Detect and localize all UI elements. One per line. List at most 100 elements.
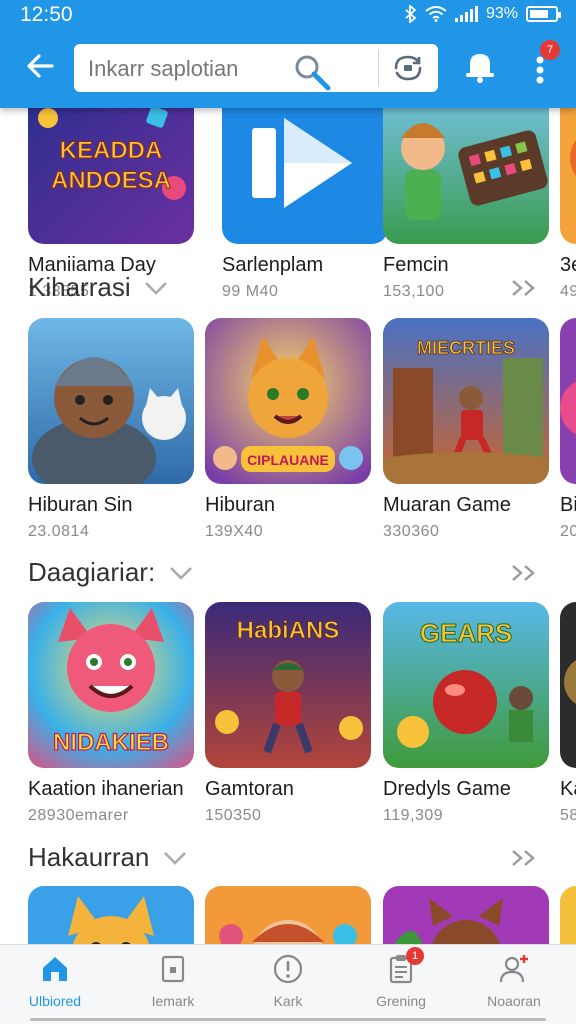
app-thumbnail[interactable] <box>383 108 549 244</box>
app-thumbnail[interactable] <box>28 886 194 944</box>
status-icons: 93% <box>405 5 561 23</box>
add-user-icon <box>499 955 528 983</box>
search-input[interactable]: Inkarr saplotian <box>88 56 238 82</box>
section-header[interactable]: Hakaurran <box>28 842 548 876</box>
app-thumbnail[interactable]: MIECRTIES <box>383 318 549 484</box>
svg-text:NIDAKIEB: NIDAKIEB <box>53 729 169 756</box>
wifi-icon <box>425 6 447 22</box>
notification-badge: 7 <box>540 40 560 60</box>
section-header[interactable]: Kiharrasi <box>28 272 548 306</box>
app-thumbnail[interactable]: CIPLAUANE <box>205 318 371 484</box>
tab-grening[interactable]: 1 Grening <box>346 947 456 1009</box>
tab-label: Grening <box>376 993 426 1009</box>
app-name: 3e <box>560 254 576 276</box>
app-name: Hiburan <box>205 494 276 516</box>
app-card[interactable]: GEARS Dredyls Game 119,309 <box>383 602 551 825</box>
app-name: Hiburan Sin <box>28 494 133 516</box>
battery-icon <box>526 6 561 22</box>
card-icon <box>161 955 185 983</box>
app-thumbnail[interactable] <box>560 886 576 944</box>
tab-noaoran[interactable]: Noaoran <box>459 953 569 1009</box>
svg-text:KEADDA: KEADDA <box>60 137 163 164</box>
tab-kark[interactable]: Kark <box>233 953 343 1009</box>
chevron-down-icon[interactable] <box>143 279 169 297</box>
app-card[interactable]: Hiburan Sin 23.0814 <box>28 318 196 541</box>
app-header: 12:50 93% Inkarr saplotian 7 <box>0 0 576 108</box>
svg-text:GEARS: GEARS <box>420 618 512 648</box>
app-name: Gamtoran <box>205 778 294 800</box>
app-card[interactable]: 3e 49 <box>560 108 576 301</box>
bluetooth-icon <box>405 5 417 23</box>
scan-icon[interactable] <box>392 54 424 82</box>
svg-text:MIECRTIES: MIECRTIES <box>417 338 515 358</box>
chevron-down-icon[interactable] <box>162 849 188 867</box>
svg-text:ANDOESA: ANDOESA <box>51 167 171 194</box>
app-meta: 58 <box>560 807 576 824</box>
app-thumbnail[interactable] <box>560 318 576 484</box>
main-content[interactable]: KEADDA ANDOESA Maniiama Day 1 33855 Sarl… <box>0 108 576 944</box>
battery-percent: 93% <box>485 5 518 22</box>
app-thumbnail[interactable] <box>28 318 194 484</box>
section-header[interactable]: Daagiariar: <box>28 557 548 591</box>
app-name: Kaation ihanerian <box>28 778 184 800</box>
app-meta: 330360 <box>383 523 440 540</box>
app-thumbnail[interactable] <box>383 886 549 944</box>
search-divider <box>378 50 379 86</box>
tab-label: Ulbiored <box>28 993 82 1009</box>
search-bar[interactable]: Inkarr saplotian <box>74 44 438 92</box>
section-title: Kiharrasi <box>28 272 131 302</box>
tab-badge: 1 <box>406 947 424 965</box>
app-card[interactable]: HabiANS Gamtoran 150350 <box>205 602 373 825</box>
tab-home[interactable]: Ulbiored <box>0 953 110 1009</box>
app-thumbnail[interactable] <box>222 108 388 244</box>
app-meta: 49 <box>560 283 576 300</box>
status-time: 12:50 <box>20 3 73 26</box>
section-title: Daagiariar: <box>28 557 156 587</box>
app-card[interactable] <box>205 886 373 944</box>
bell-icon[interactable] <box>462 48 498 84</box>
app-card[interactable] <box>383 886 551 944</box>
app-card[interactable]: NIDAKIEB Kaation ihanerian 28930emarer <box>28 602 196 825</box>
tab-remark[interactable]: Iemark <box>118 953 228 1009</box>
app-name: Ka <box>560 778 576 800</box>
app-name: Dredyls Game <box>383 778 511 800</box>
app-meta: 23.0814 <box>28 523 90 540</box>
app-meta: 119,309 <box>383 807 444 824</box>
status-bar: 12:50 93% <box>0 0 576 32</box>
home-icon <box>43 957 67 981</box>
double-chevron-right-icon[interactable] <box>510 278 538 298</box>
app-meta: 150350 <box>205 807 262 824</box>
app-name: Bi <box>560 494 576 516</box>
signal-icon <box>454 6 478 22</box>
app-card[interactable] <box>28 886 196 944</box>
app-thumbnail[interactable]: KEADDA ANDOESA <box>28 108 194 244</box>
app-meta: 20 <box>560 523 576 540</box>
app-thumbnail[interactable]: GEARS <box>383 602 549 768</box>
app-thumbnail[interactable]: NIDAKIEB <box>28 602 194 768</box>
back-arrow-icon[interactable] <box>24 50 56 82</box>
svg-text:HabiANS: HabiANS <box>237 617 340 644</box>
app-card[interactable]: CIPLAUANE Hiburan 139X40 <box>205 318 373 541</box>
section-title: Hakaurran <box>28 842 150 872</box>
app-meta: 28930emarer <box>28 807 129 824</box>
tab-label: Noaoran <box>487 993 541 1009</box>
app-thumbnail[interactable] <box>560 108 576 244</box>
double-chevron-right-icon[interactable] <box>510 563 538 583</box>
chevron-down-icon[interactable] <box>168 564 194 582</box>
tab-label: Iemark <box>151 993 195 1009</box>
app-card[interactable]: Bi 20 <box>560 318 576 541</box>
tab-label: Kark <box>273 993 303 1009</box>
home-indicator <box>30 1018 546 1021</box>
app-card[interactable] <box>560 886 576 944</box>
app-card[interactable]: Ka 58 <box>560 602 576 825</box>
app-thumbnail[interactable] <box>205 886 371 944</box>
svg-text:CIPLAUANE: CIPLAUANE <box>247 452 329 468</box>
double-chevron-right-icon[interactable] <box>510 848 538 868</box>
app-thumbnail[interactable] <box>560 602 576 768</box>
bottom-nav: Ulbiored Iemark Kark 1 Grening Noaoran <box>0 944 576 1024</box>
search-icon[interactable] <box>292 52 332 92</box>
app-thumbnail[interactable]: HabiANS <box>205 602 371 768</box>
app-meta: 139X40 <box>205 523 264 540</box>
alert-circle-icon <box>273 954 303 984</box>
app-card[interactable]: MIECRTIES Muaran Game 330360 <box>383 318 551 541</box>
